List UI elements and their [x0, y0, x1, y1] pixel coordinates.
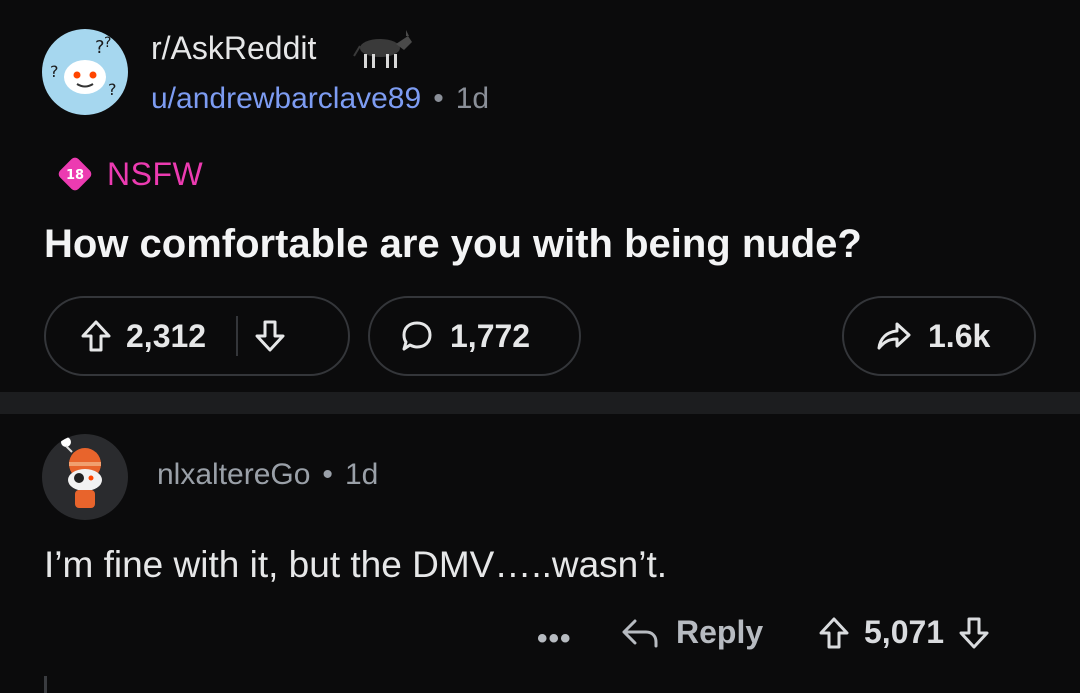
- reply-button[interactable]: Reply: [620, 614, 763, 651]
- user-avatar[interactable]: [42, 434, 128, 520]
- post-age: 1d: [455, 82, 490, 115]
- comments-button[interactable]: 1,772: [368, 296, 581, 376]
- reply-label: Reply: [676, 614, 764, 650]
- nsfw-label: NSFW: [107, 155, 204, 192]
- comment-score: 5,071: [864, 614, 945, 650]
- downvote-icon[interactable]: [254, 319, 286, 353]
- more-icon[interactable]: •••: [537, 622, 572, 656]
- comment-body: I’m fine with it, but the DMV…..wasn’t.: [44, 544, 668, 585]
- donkey-flair-icon: [350, 28, 414, 70]
- subreddit-avatar[interactable]: ? ? ? ?: [42, 29, 128, 115]
- share-count: 1.6k: [928, 317, 991, 354]
- subreddit-name[interactable]: r/AskReddit: [151, 30, 316, 67]
- post-title[interactable]: How comfortable are you with being nude?: [44, 222, 862, 267]
- post-meta: u/andrewbarclave89 • 1d: [151, 82, 489, 116]
- share-icon: [876, 320, 912, 352]
- section-divider: [0, 392, 1080, 414]
- svg-text:?: ?: [50, 62, 59, 81]
- comment-meta-separator: •: [322, 458, 333, 491]
- post-author-link[interactable]: u/andrewbarclave89: [151, 82, 421, 115]
- upvote-icon[interactable]: [80, 319, 112, 353]
- reply-icon: [620, 616, 660, 650]
- comment-actions: ••• Reply 5,071: [0, 610, 1080, 660]
- nsfw-tag: 18 NSFW: [55, 154, 203, 194]
- nsfw-18-icon: 18: [55, 154, 95, 194]
- meta-separator: •: [433, 82, 444, 115]
- post-card: ? ? ? ? r/AskReddit u/andrewbarclave89 • 1…: [0, 0, 1080, 392]
- comment-vote-bar: 5,071: [818, 614, 990, 651]
- comment-upvote-icon[interactable]: [818, 616, 850, 650]
- thread-line: [44, 676, 47, 693]
- comment-count: 1,772: [450, 317, 531, 354]
- vote-divider: [236, 316, 239, 356]
- upvote-count: 2,312: [126, 317, 207, 354]
- share-button[interactable]: 1.6k: [842, 296, 1036, 376]
- comment-bubble-icon: [400, 319, 434, 353]
- nsfw-badge-text: 18: [66, 168, 84, 183]
- comment-downvote-icon[interactable]: [958, 616, 990, 650]
- comment-meta: nlxaltereGo • 1d: [157, 458, 378, 492]
- comment-author[interactable]: nlxaltereGo: [157, 458, 310, 491]
- svg-text:?: ?: [108, 80, 117, 99]
- vote-bar: 2,312: [44, 296, 350, 376]
- comment-age: 1d: [344, 458, 379, 491]
- svg-text:?: ?: [104, 35, 111, 51]
